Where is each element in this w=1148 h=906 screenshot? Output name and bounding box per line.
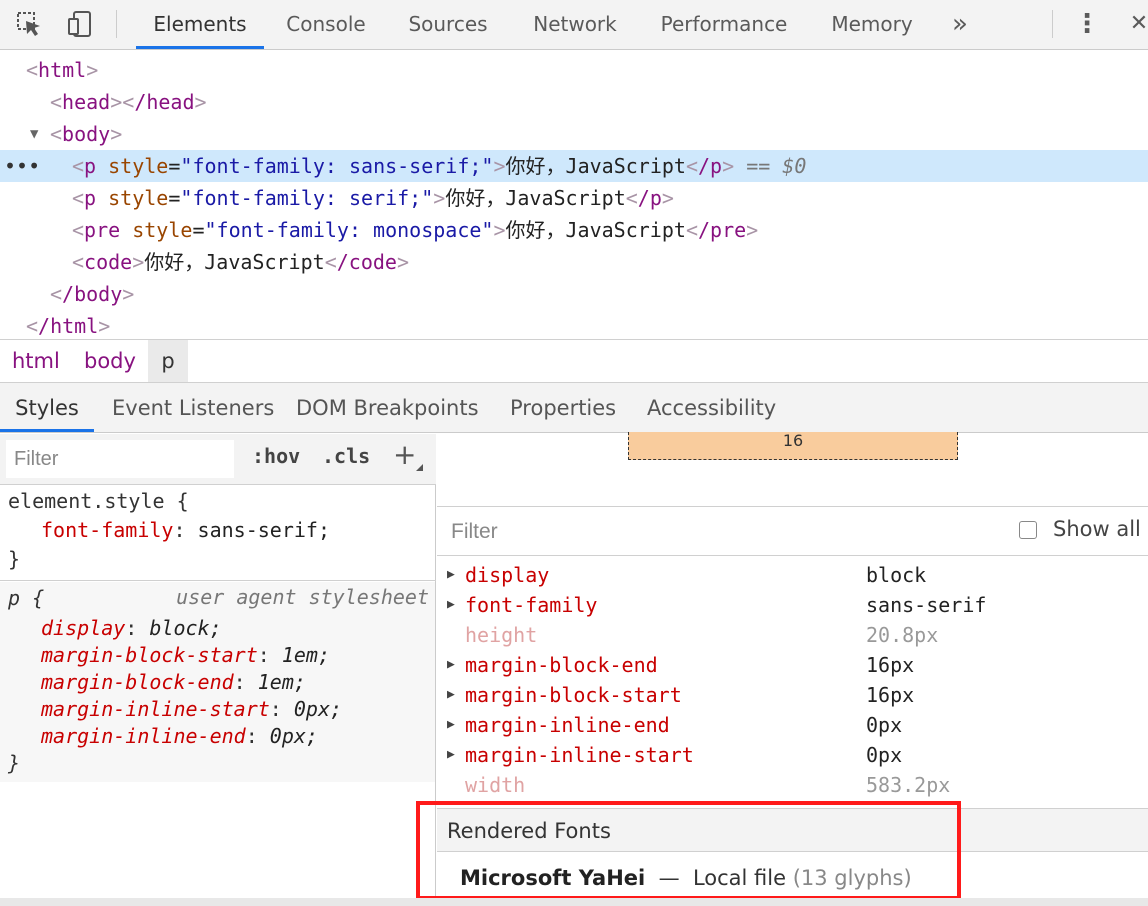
tab-elements[interactable]: Elements [136, 0, 264, 49]
style-declaration: margin-block-start: 1em; [41, 643, 331, 667]
devtools-toolbar: Elements Console Sources Network Perform… [0, 0, 1148, 50]
tag-name: body [62, 122, 111, 146]
sidebar-tabs: Styles Event Listeners DOM Breakpoints P… [0, 383, 1148, 433]
tab-sources[interactable]: Sources [398, 0, 498, 49]
show-all-checkbox[interactable] [1019, 521, 1037, 539]
tag-name: head [62, 90, 111, 114]
tab-performance[interactable]: Performance [652, 0, 796, 49]
menu-kebab-icon[interactable]: ⋮ [1072, 0, 1102, 49]
box-model-content[interactable]: 16 [628, 432, 958, 460]
computed-property-row[interactable]: ▶ margin-block-end 16px [437, 650, 1148, 680]
expand-triangle-icon[interactable]: ▶ [447, 740, 455, 770]
rule-close-brace: } [8, 547, 21, 571]
computed-property-row[interactable]: width 583.2px [437, 770, 1148, 800]
style-declaration: margin-block-end: 1em; [41, 670, 306, 694]
more-tabs-icon[interactable]: » [940, 0, 980, 49]
toolbar-separator [1052, 10, 1053, 38]
dom-node-pre[interactable]: <pre style="font-family: monospace">你好，J… [0, 214, 1148, 246]
close-icon[interactable]: ✕ [1124, 0, 1148, 49]
divider [0, 580, 436, 581]
computed-property-row[interactable]: ▶ margin-inline-start 0px [437, 740, 1148, 770]
computed-properties-list: ▶ display block ▶ font-family sans-serif hei… [437, 560, 1148, 804]
computed-property-row[interactable]: ▶ font-family sans-serif [437, 590, 1148, 620]
tab-dom-breakpoints[interactable]: DOM Breakpoints [296, 383, 479, 432]
computed-filter-input[interactable] [443, 513, 843, 551]
tab-memory[interactable]: Memory [818, 0, 926, 49]
computed-property-row[interactable]: ▶ margin-block-start 16px [437, 680, 1148, 710]
new-style-rule-button[interactable]: + [393, 438, 416, 471]
tab-network[interactable]: Network [520, 0, 630, 49]
styles-filter-input[interactable] [6, 440, 234, 478]
new-rule-corner-icon [416, 464, 423, 471]
rule-selector[interactable]: element.style { [8, 488, 189, 515]
expand-triangle-icon[interactable]: ▶ [447, 710, 455, 740]
expand-triangle-icon[interactable]: ▶ [447, 590, 455, 620]
dom-node-p-selected[interactable]: ••• <p style="font-family: sans-serif;">你… [0, 150, 1148, 182]
inspect-element-icon[interactable] [14, 9, 44, 39]
style-declaration: display: block; [41, 616, 222, 640]
dom-node-code[interactable]: <code>你好，JavaScript</code> [0, 246, 1148, 278]
tab-accessibility[interactable]: Accessibility [647, 383, 776, 432]
tab-console[interactable]: Console [276, 0, 376, 49]
ua-style-rule: p { user agent stylesheet display: block… [0, 582, 435, 782]
styles-pane: :hov .cls + element.style { font-family:… [0, 434, 436, 906]
show-all-label[interactable]: Show all [1053, 517, 1141, 541]
dom-node-html-close[interactable]: </html> [0, 310, 1148, 342]
ellipsis-icon[interactable]: ••• [4, 150, 40, 182]
cls-toggle-button[interactable]: .cls [322, 444, 370, 468]
expand-triangle-icon[interactable]: ▶ [447, 560, 455, 590]
style-declaration: margin-inline-start: 0px; [41, 697, 343, 721]
hov-toggle-button[interactable]: :hov [252, 444, 300, 468]
dom-node-body[interactable]: ▼ <body> [0, 118, 1148, 150]
style-declaration: margin-inline-end: 0px; [41, 724, 318, 748]
expand-triangle-icon[interactable]: ▶ [447, 680, 455, 710]
dom-tree: <html> <head></head> ▼ <body> ••• <p style… [0, 51, 1148, 339]
dom-node-body-close[interactable]: </body> [0, 278, 1148, 310]
dom-node-html[interactable]: <html> [0, 54, 1148, 86]
expand-triangle-icon[interactable]: ▶ [447, 650, 455, 680]
computed-filter-bar: Show all [437, 506, 1148, 556]
tab-properties[interactable]: Properties [510, 383, 616, 432]
annotation-highlight-box [416, 801, 961, 900]
tag-name: /head [134, 90, 195, 114]
computed-property-row[interactable]: height 20.8px [437, 620, 1148, 650]
rule-source: user agent stylesheet [176, 585, 429, 609]
style-declaration[interactable]: font-family: sans-serif; [41, 517, 330, 544]
rule-selector[interactable]: p { [8, 585, 44, 612]
breadcrumb-body[interactable]: body [84, 340, 140, 382]
tab-event-listeners[interactable]: Event Listeners [112, 383, 274, 432]
rule-close-brace: } [8, 751, 21, 775]
computed-property-row[interactable]: ▶ display block [437, 560, 1148, 590]
tab-styles[interactable]: Styles [0, 383, 94, 432]
selected-marker: == $0 [746, 154, 807, 178]
element-style-rule: element.style { font-family: sans-serif;… [0, 486, 435, 578]
breadcrumb-p[interactable]: p [148, 340, 188, 382]
expand-triangle-icon[interactable]: ▼ [30, 118, 38, 150]
toolbar-separator [116, 10, 117, 38]
tag-name: html [38, 58, 87, 82]
styles-filter-bar: :hov .cls + [0, 434, 436, 484]
breadcrumb-html[interactable]: html [12, 340, 62, 382]
divider [0, 484, 436, 485]
dom-node-head[interactable]: <head></head> [0, 86, 1148, 118]
computed-property-row[interactable]: ▶ margin-inline-end 0px [437, 710, 1148, 740]
dom-node-p[interactable]: <p style="font-family: serif;">你好，JavaSc… [0, 182, 1148, 214]
device-toolbar-icon[interactable] [66, 9, 96, 39]
bottom-scroll-edge [0, 898, 1148, 906]
breadcrumb: html body p [0, 339, 1148, 383]
